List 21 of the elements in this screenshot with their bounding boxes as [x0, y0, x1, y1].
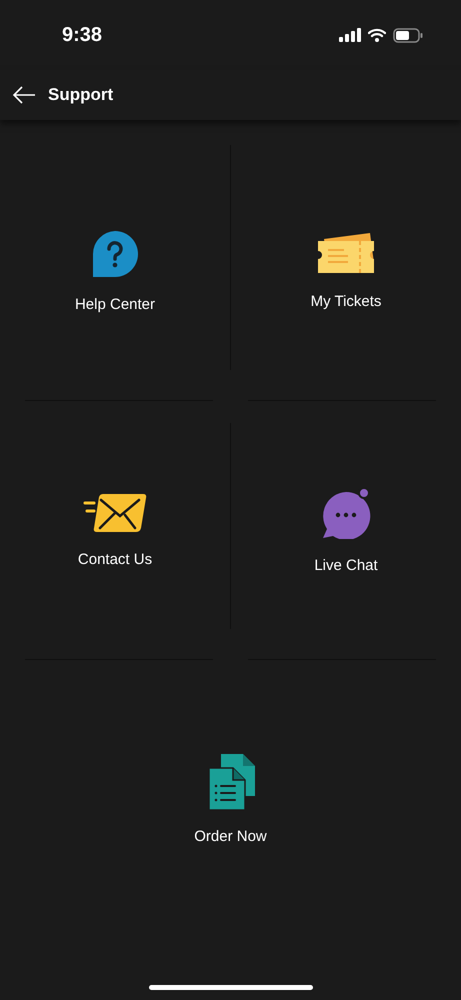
wifi-icon [368, 28, 386, 42]
tile-label: Live Chat [314, 556, 378, 574]
screen-title: Support [48, 85, 114, 105]
support-tile[interactable]: Live Chat [231, 401, 461, 659]
ticket-icon [316, 232, 376, 274]
documents-icon [206, 754, 254, 810]
back-button[interactable] [12, 86, 36, 104]
tile-label: Order Now [194, 828, 267, 844]
help-bubble-icon [91, 230, 139, 278]
support-tile[interactable]: My Tickets [231, 142, 461, 400]
tile-label: Contact Us [78, 550, 152, 568]
support-tile[interactable]: Help Center [0, 142, 230, 400]
tile-label: My Tickets [310, 292, 382, 310]
status-time: 9:38 [62, 24, 102, 46]
envelope-icon [83, 492, 147, 532]
battery-icon [393, 28, 423, 42]
support-tile[interactable]: Order Now [0, 660, 461, 938]
tile-label: Help Center [74, 296, 156, 312]
back-arrow-icon [12, 86, 36, 104]
support-tile[interactable]: Contact Us [0, 401, 230, 659]
signal-icon [339, 28, 361, 42]
